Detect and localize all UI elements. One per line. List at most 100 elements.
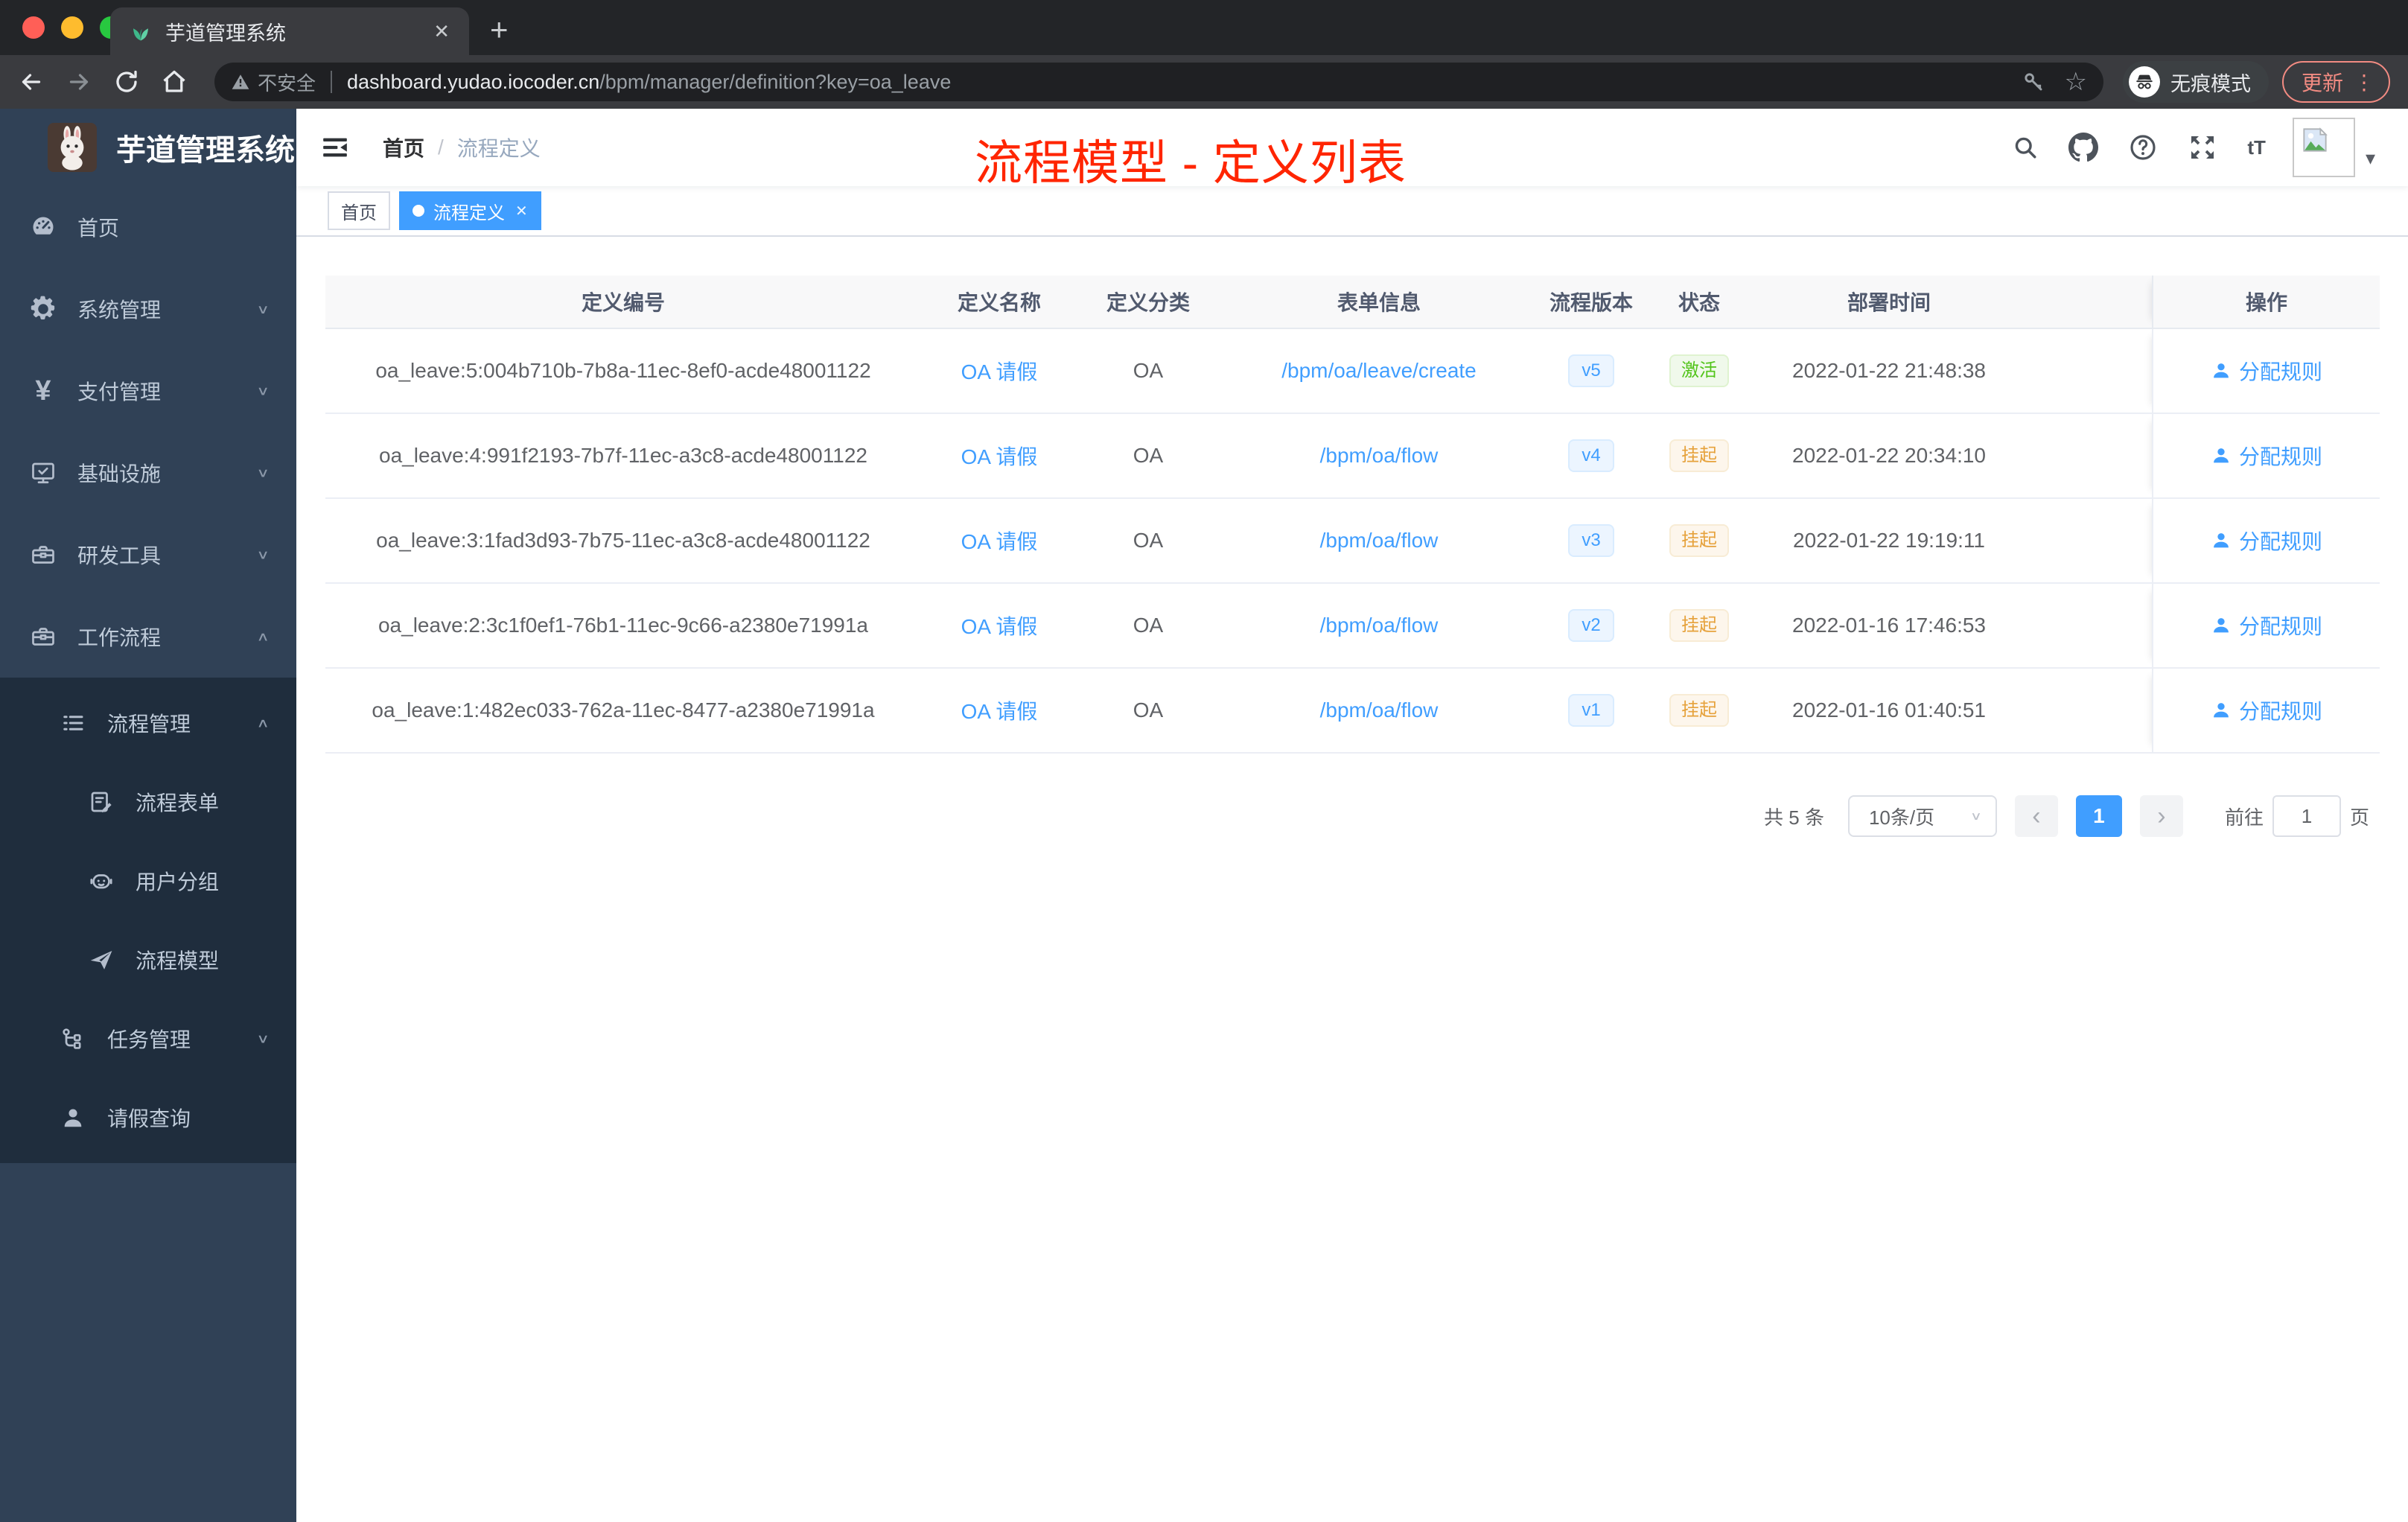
yen-icon: ¥ <box>35 375 51 407</box>
definition-name-link[interactable]: OA 请假 <box>961 611 1038 640</box>
tag-close-icon[interactable]: ✕ <box>515 202 528 220</box>
form-link[interactable]: /bpm/oa/flow <box>1320 529 1439 553</box>
sidebar-item-infrastructure[interactable]: 基础设施 ∨ <box>0 432 296 514</box>
forward-button[interactable] <box>66 69 92 95</box>
sidebar-item-label: 基础设施 <box>77 462 162 485</box>
github-icon[interactable] <box>2068 133 2099 162</box>
incognito-icon <box>2128 66 2160 98</box>
form-link[interactable]: /bpm/oa/leave/create <box>1281 359 1477 383</box>
sidebar-item-task-management[interactable]: 任务管理 ∨ <box>0 999 296 1078</box>
column-header-category: 定义分类 <box>1106 291 1190 314</box>
navbar-right: tT ▾ <box>1982 118 2408 177</box>
breadcrumb-home[interactable]: 首页 <box>383 133 424 162</box>
assign-rule-button[interactable]: 分配规则 <box>2211 356 2322 386</box>
sidebar-item-label: 用户分组 <box>136 870 220 894</box>
password-key-icon[interactable] <box>2022 70 2045 94</box>
sidebar-item-label: 支付管理 <box>77 380 162 404</box>
toolbox-icon <box>32 628 54 646</box>
sidebar-item-label: 请假查询 <box>107 1107 191 1130</box>
fullscreen-icon[interactable] <box>2188 133 2217 162</box>
bookmark-star-icon[interactable]: ☆ <box>2065 69 2087 95</box>
deploy-time: 2022-01-16 01:40:51 <box>1792 698 1986 722</box>
sidebar-item-leave-query[interactable]: 请假查询 <box>0 1078 296 1157</box>
definition-name-link[interactable]: OA 请假 <box>961 356 1038 386</box>
tag-home[interactable]: 首页 <box>328 191 390 230</box>
caret-down-icon[interactable]: ▾ <box>2366 147 2375 170</box>
page-size-select[interactable]: 10条/页 ∨ <box>1847 795 1997 837</box>
version-badge: v1 <box>1568 694 1614 727</box>
browser-tab[interactable]: 芋道管理系统 ✕ <box>110 7 469 55</box>
assign-rule-button[interactable]: 分配规则 <box>2211 526 2322 555</box>
sidebar-item-label: 研发工具 <box>77 544 162 567</box>
sidebar-item-user-group[interactable]: 用户分组 <box>0 841 296 920</box>
column-header-actions: 操作 <box>2152 276 2380 328</box>
chevron-up-icon: ∧ <box>256 629 270 644</box>
table-header-row: 定义编号 定义名称 定义分类 表单信息 流程版本 状态 部署时间 操作 <box>325 276 2380 329</box>
monitor-check-icon <box>32 462 54 484</box>
definition-category: OA <box>1133 698 1164 722</box>
form-link[interactable]: /bpm/oa/flow <box>1320 444 1439 468</box>
chevron-up-icon: ∧ <box>256 716 270 730</box>
version-badge: v3 <box>1568 524 1614 557</box>
back-button[interactable] <box>18 69 45 95</box>
assign-rule-button[interactable]: 分配规则 <box>2211 441 2322 471</box>
prev-page-button[interactable]: ‹ <box>2014 795 2058 837</box>
search-icon[interactable] <box>2012 134 2039 161</box>
column-header-form: 表单信息 <box>1337 291 1421 314</box>
help-icon[interactable] <box>2128 133 2158 162</box>
sidebar-item-dev-tools[interactable]: 研发工具 ∨ <box>0 514 296 596</box>
active-dot-icon <box>413 205 424 217</box>
broken-image-icon <box>2303 127 2328 152</box>
sidebar-collapse-icon[interactable] <box>320 133 350 162</box>
sidebar-item-label: 工作流程 <box>77 626 162 649</box>
sidebar: 芋道管理系统 首页 系统管理 ∨ ¥ 支付管理 ∨ 基础设施 ∨ 研发工具 ∨ … <box>0 109 296 1522</box>
sidebar-item-workflow[interactable]: 工作流程 ∧ <box>0 596 296 678</box>
sidebar-item-process-form[interactable]: 流程表单 <box>0 762 296 841</box>
robot-face-icon <box>90 874 112 889</box>
url-text: dashboard.yudao.iocoder.cn/bpm/manager/d… <box>347 71 2009 94</box>
incognito-label: 无痕模式 <box>2170 72 2251 95</box>
current-page-button[interactable]: 1 <box>2075 795 2122 837</box>
tag-process-definition[interactable]: 流程定义 ✕ <box>399 191 541 230</box>
sidebar-item-system[interactable]: 系统管理 ∨ <box>0 268 296 350</box>
toolbox-icon <box>32 546 54 564</box>
sidebar-item-process-model[interactable]: 流程模型 <box>0 920 296 999</box>
definition-name-link[interactable]: OA 请假 <box>961 695 1038 725</box>
text-size-icon[interactable]: tT <box>2247 138 2266 157</box>
avatar[interactable] <box>2292 118 2355 177</box>
deploy-time: 2022-01-22 21:48:38 <box>1792 359 1986 382</box>
tag-label: 首页 <box>341 203 377 223</box>
next-page-button[interactable]: › <box>2139 795 2183 837</box>
definition-name-link[interactable]: OA 请假 <box>961 526 1038 555</box>
window-minimize-button[interactable] <box>61 16 83 39</box>
sidebar-item-payment[interactable]: ¥ 支付管理 ∨ <box>0 350 296 432</box>
form-link[interactable]: /bpm/oa/flow <box>1320 614 1439 637</box>
sidebar-item-process-management[interactable]: 流程管理 ∧ <box>0 684 296 762</box>
page-unit-label: 页 <box>2349 806 2369 829</box>
status-badge: 挂起 <box>1669 609 1729 642</box>
tab-title: 芋道管理系统 <box>165 22 286 45</box>
assign-rule-button[interactable]: 分配规则 <box>2211 611 2322 640</box>
home-button[interactable] <box>161 69 188 95</box>
browser-tab-strip: 芋道管理系统 ✕ + <box>0 0 2408 55</box>
definition-category: OA <box>1133 359 1164 382</box>
column-header-version: 流程版本 <box>1549 291 1633 314</box>
user-icon <box>2214 703 2229 718</box>
sidebar-item-home[interactable]: 首页 <box>0 186 296 268</box>
site-favicon-icon <box>133 28 148 41</box>
security-warning-icon <box>232 74 249 89</box>
window-close-button[interactable] <box>22 16 45 39</box>
tab-close-icon[interactable]: ✕ <box>433 20 450 43</box>
new-tab-button[interactable]: + <box>490 13 509 46</box>
assign-rule-button[interactable]: 分配规则 <box>2211 695 2322 725</box>
browser-update-button[interactable]: 更新 ⋮ <box>2281 61 2390 103</box>
sidebar-item-label: 流程表单 <box>136 792 220 815</box>
app-logo <box>48 123 97 172</box>
definition-name-link[interactable]: OA 请假 <box>961 441 1038 471</box>
form-link[interactable]: /bpm/oa/flow <box>1320 698 1439 722</box>
goto-page-input[interactable] <box>2272 795 2341 837</box>
url-bar[interactable]: 不安全 dashboard.yudao.iocoder.cn/bpm/manag… <box>214 63 2103 101</box>
reload-button[interactable] <box>113 69 140 95</box>
sidebar-menu: 首页 系统管理 ∨ ¥ 支付管理 ∨ 基础设施 ∨ 研发工具 ∨ 工作流程 ∧ … <box>0 186 296 1163</box>
browser-menu-icon[interactable]: ⋮ <box>2354 70 2375 95</box>
